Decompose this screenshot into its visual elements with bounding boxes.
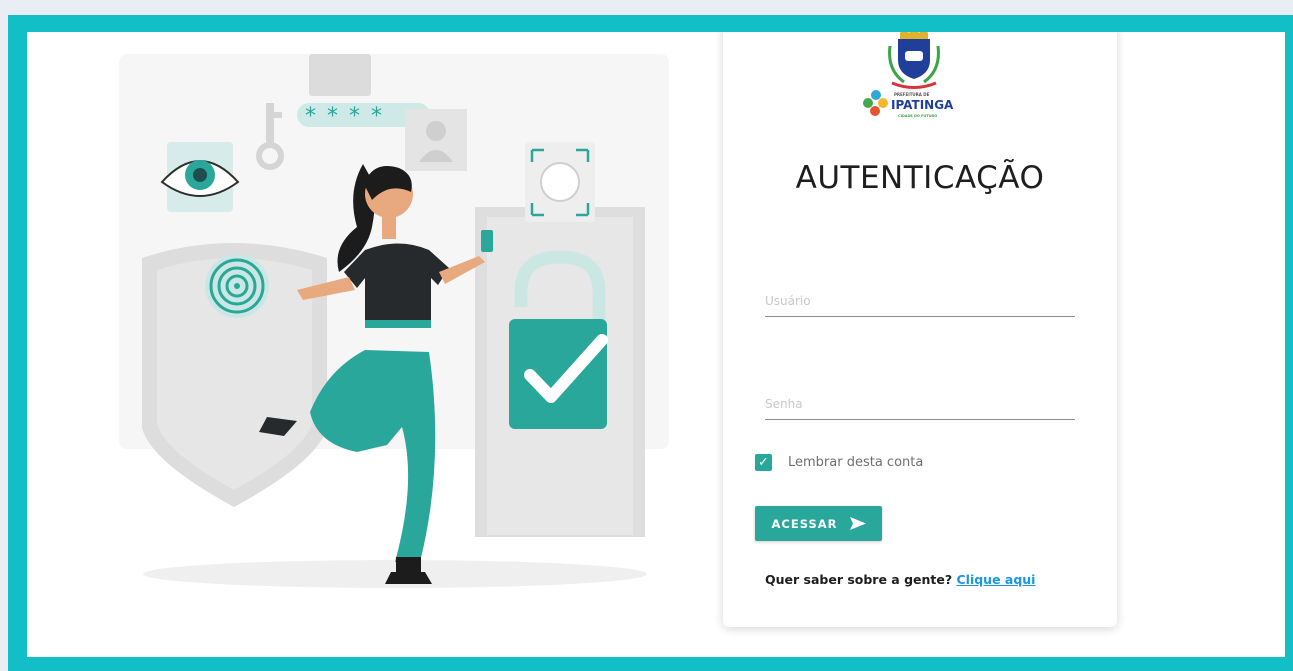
password-input[interactable] <box>765 393 1075 420</box>
acessar-button-label: ACESSAR <box>771 516 838 531</box>
logo-tagline-text: CIDADE DO FUTURO <box>898 114 938 118</box>
password-field <box>765 393 1075 420</box>
svg-text:****: **** <box>305 104 393 129</box>
clique-aqui-link[interactable]: Clique aqui <box>956 572 1035 587</box>
send-arrow-icon <box>849 517 866 530</box>
page-title: AUTENTICAÇÃO <box>795 160 1045 196</box>
username-field <box>765 290 1075 317</box>
logo-ipatinga-text: IPATINGA <box>891 98 954 112</box>
acessar-button[interactable]: ACESSAR <box>755 506 882 541</box>
username-input[interactable] <box>765 290 1075 317</box>
prefeitura-ipatinga-logo: PREFEITURA DE IPATINGA CIDADE DO FUTURO <box>854 32 974 132</box>
check-icon: ✓ <box>758 455 769 470</box>
login-card: PREFEITURA DE IPATINGA CIDADE DO FUTURO … <box>723 32 1117 627</box>
logo-prefeitura-text: PREFEITURA DE <box>894 92 930 97</box>
content-area: **** PREFEITURA DE IPATINGA CIDADE DO FU… <box>27 32 1285 657</box>
remember-account[interactable]: ✓ Lembrar desta conta <box>755 454 923 471</box>
security-illustration: **** <box>119 54 669 588</box>
remember-checkbox[interactable]: ✓ <box>755 454 772 471</box>
about-text: Quer saber sobre a gente? Clique aqui <box>765 572 1035 587</box>
remember-label: Lembrar desta conta <box>788 455 924 470</box>
about-question: Quer saber sobre a gente? <box>765 572 953 587</box>
page-frame: **** PREFEITURA DE IPATINGA CIDADE DO FU… <box>8 15 1293 671</box>
